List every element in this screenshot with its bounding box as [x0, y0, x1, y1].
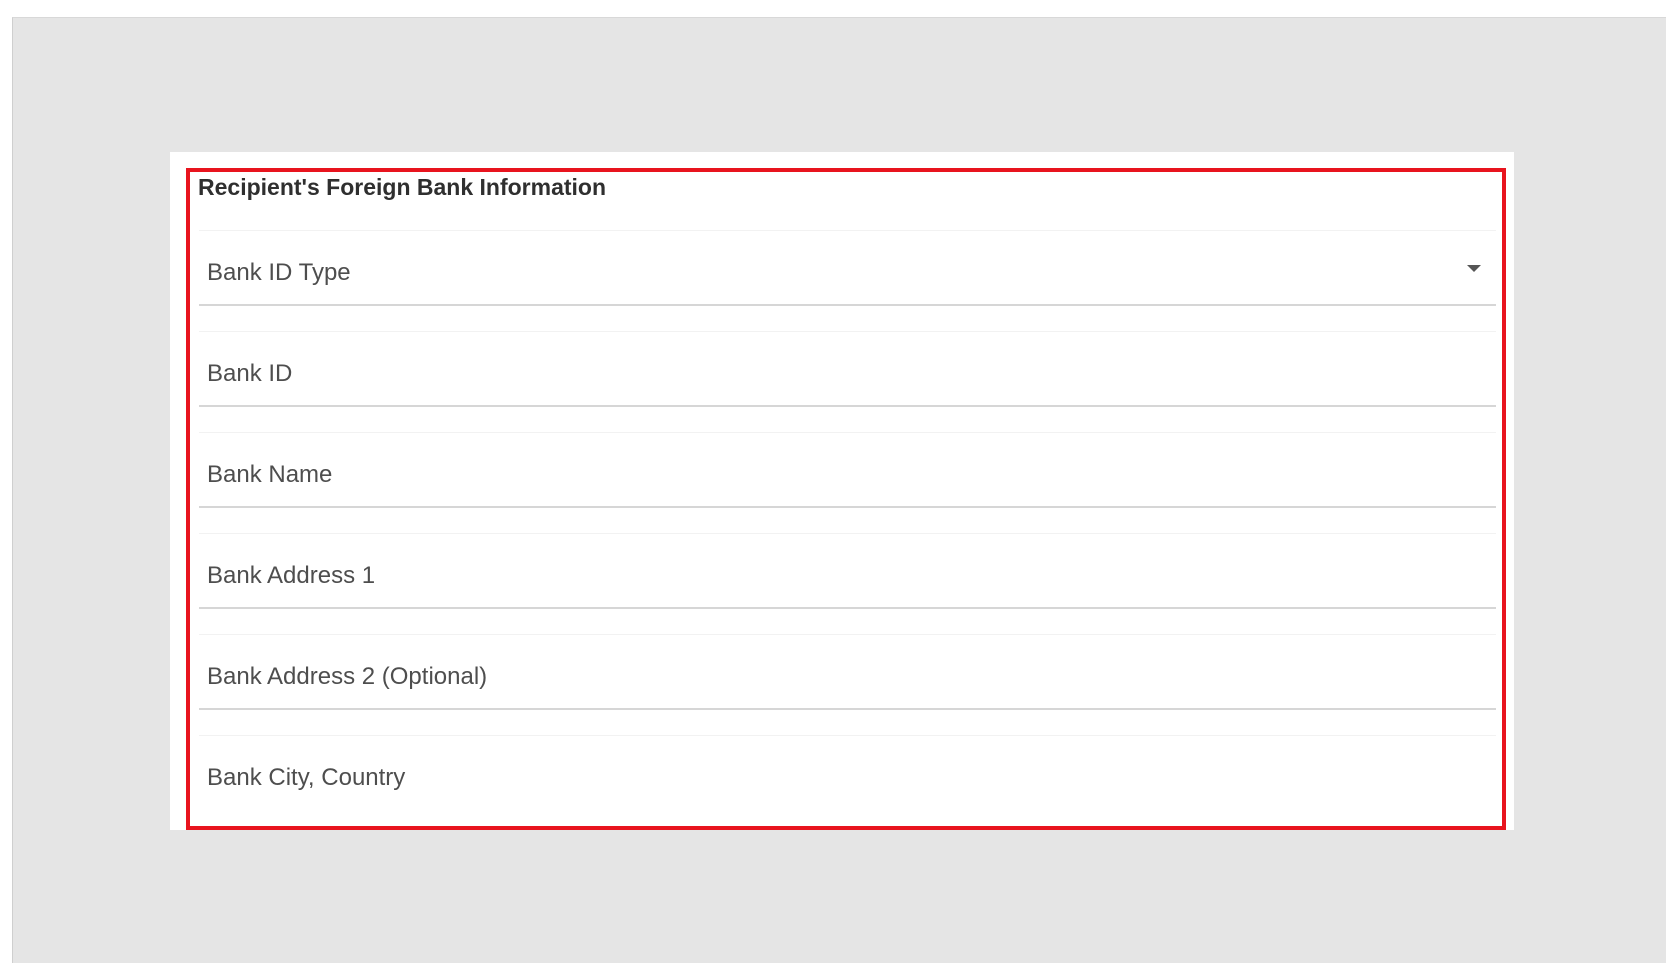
bank-id-type-select[interactable]: Bank ID Type: [199, 230, 1496, 306]
chevron-down-icon[interactable]: [1467, 265, 1481, 272]
bank-name-label: Bank Name: [207, 461, 333, 488]
bank-id-field[interactable]: Bank ID: [199, 331, 1496, 407]
bank-id-type-label: Bank ID Type: [207, 259, 351, 286]
bank-address-1-label: Bank Address 1: [207, 562, 376, 589]
bank-city-country-field[interactable]: Bank City, Country: [199, 735, 1496, 811]
bank-address-2-label: Bank Address 2 (Optional): [207, 663, 488, 690]
bank-address-2-field[interactable]: Bank Address 2 (Optional): [199, 634, 1496, 710]
bank-id-label: Bank ID: [207, 360, 293, 387]
section-title: Recipient's Foreign Bank Information: [198, 174, 607, 200]
bank-name-field[interactable]: Bank Name: [199, 432, 1496, 508]
bank-address-1-field[interactable]: Bank Address 1: [199, 533, 1496, 609]
bank-city-country-label: Bank City, Country: [207, 764, 406, 791]
